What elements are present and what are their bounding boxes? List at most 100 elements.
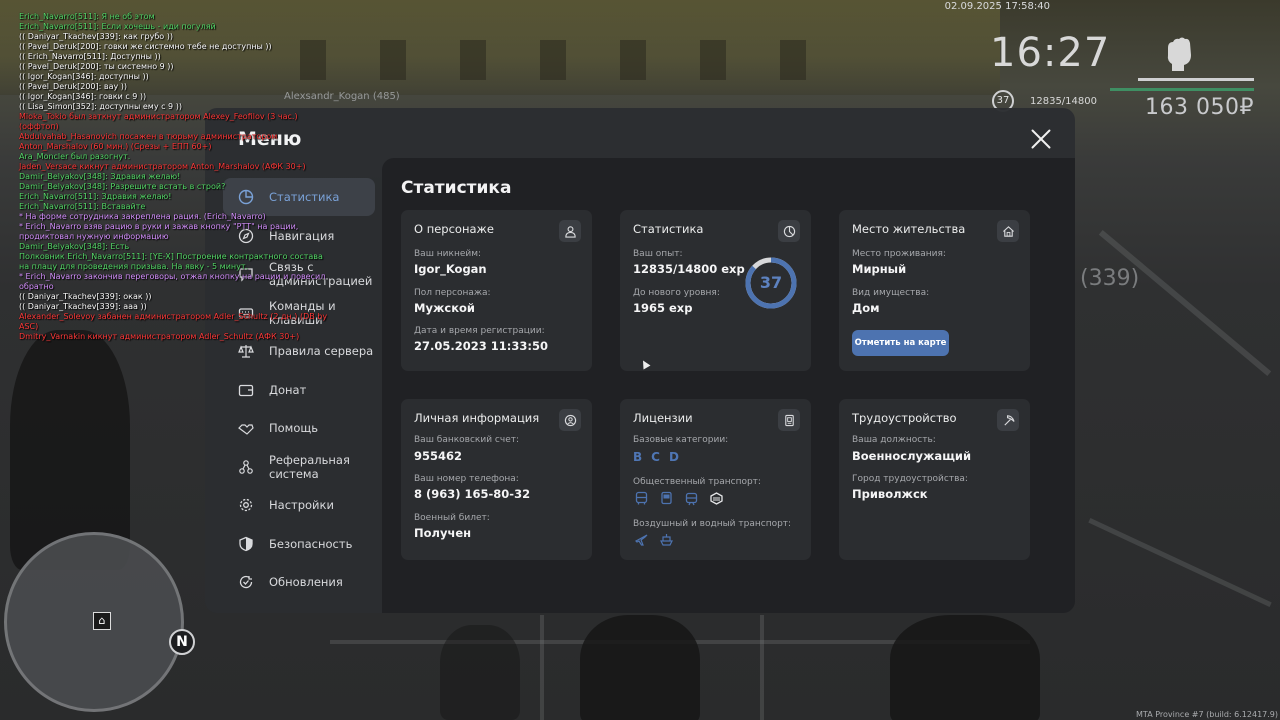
property-label: Вид имущества: <box>852 288 930 298</box>
id-card-icon <box>778 409 800 431</box>
place-label: Место проживания: <box>852 249 946 259</box>
public-transport-label: Общественный транспорт: <box>633 477 761 487</box>
player-id-tag: (339) <box>1080 266 1140 291</box>
level-number: 37 <box>759 273 783 292</box>
sidebar-item-help[interactable]: Помощь <box>223 409 375 447</box>
base-categories-label: Базовые категории: <box>633 435 729 445</box>
employment-card: Трудоустройство Ваша должность: Военносл… <box>839 399 1030 560</box>
background-figure <box>580 615 700 720</box>
registration-label: Дата и время регистрации: <box>414 326 545 336</box>
base-categories: B C D <box>633 450 679 464</box>
chat-line: Ara_Moncler был разогнут. <box>19 152 131 161</box>
bank-value: 955462 <box>414 449 463 463</box>
chat-line: * Erich_Navarro закончив переговоры, отж… <box>19 272 326 291</box>
chat-line: (( Erich_Navarro[511]: Доступны )) <box>19 52 161 61</box>
user-icon <box>559 220 581 242</box>
chat-line: Mioka_Tokio был заткнут администратором … <box>19 112 298 131</box>
licenses-card: Лицензии Базовые категории: B C D Общест… <box>620 399 811 560</box>
chat-line: (( Pavel_Deruk[200]: вау )) <box>19 82 127 91</box>
military-label: Военный билет: <box>414 513 490 523</box>
background-figure <box>440 625 520 720</box>
bus-icon <box>633 490 650 507</box>
tram-icon <box>683 490 700 507</box>
character-card: О персонаже Ваш никнейм: Igor_Kogan Пол … <box>401 210 592 371</box>
property-value: Дом <box>852 301 880 315</box>
network-icon <box>237 458 255 476</box>
chat-log: Erich_Navarro[511]: Я не об этом Erich_Na… <box>19 12 339 342</box>
next-level-value: 1965 exp <box>633 301 693 315</box>
chat-line: * Erich_Navarro взяв рацию в руки и зажа… <box>19 222 299 241</box>
chat-line: Dmitry_Varnakin кикнут администратором A… <box>19 332 300 341</box>
chart-icon <box>778 220 800 242</box>
phone-value: 8 (963) 165-80-32 <box>414 487 531 501</box>
plane-icon <box>633 531 650 548</box>
chat-line: Damir_Belyakov[348]: Разрешите встать в … <box>19 182 226 191</box>
chat-line: (( Igor_Kogan[346]: доступны )) <box>19 72 149 81</box>
fist-icon <box>1167 37 1191 71</box>
chat-line: (( Lisa_Simon[352]: доступны ему с 9 )) <box>19 102 182 111</box>
hud-clock: 16:27 <box>990 30 1111 76</box>
hud-money: 163 050₽ <box>1145 95 1254 120</box>
job-city-label: Город трудоустройства: <box>852 474 968 484</box>
chat-line: Damir_Belyakov[348]: Здравия желаю! <box>19 172 181 181</box>
pickaxe-icon <box>997 409 1019 431</box>
close-button[interactable] <box>1029 127 1053 151</box>
chat-line: Erich_Navarro[511]: Если хочешь - иди по… <box>19 22 216 31</box>
sidebar-item-label: Безопасность <box>269 536 353 551</box>
sidebar-item-settings[interactable]: Настройки <box>223 486 375 524</box>
armor-bar <box>1110 88 1254 91</box>
sidebar-item-label: Правила сервера <box>269 344 374 358</box>
air-water-icons <box>633 531 675 548</box>
card-title: Место жительства <box>852 222 966 236</box>
sidebar-item-updates[interactable]: Обновления <box>223 563 375 601</box>
chat-line: (( Pavel_Deruk[200]: говки же системно т… <box>19 42 272 51</box>
chat-line: Erich_Navarro[511]: Здравия желаю! <box>19 192 172 201</box>
stats-content: Статистика О персонаже Ваш никнейм: Igor… <box>382 158 1075 613</box>
sidebar-item-label: Настройки <box>269 498 334 512</box>
next-level-label: До нового уровня: <box>633 288 720 298</box>
content-title: Статистика <box>401 178 512 198</box>
military-value: Получен <box>414 526 472 540</box>
chat-line: * На форме сотрудника закреплена рация. … <box>19 212 266 221</box>
chat-line: Damir_Belyakov[348]: Есть <box>19 242 130 251</box>
sidebar-item-donate[interactable]: Донат <box>223 371 375 409</box>
sidebar-item-referral[interactable]: Реферальная система <box>223 448 375 486</box>
nickname-label: Ваш никнейм: <box>414 249 482 259</box>
chat-line: Полковник Erich_Navarro[511]: [YE-X] Пос… <box>19 252 323 271</box>
gender-label: Пол персонажа: <box>414 288 491 298</box>
exp-value: 12835/14800 exp <box>633 262 745 276</box>
mark-on-map-button[interactable]: Отметить на карте <box>852 330 949 356</box>
registration-value: 27.05.2023 11:33:50 <box>414 339 548 353</box>
chat-line: Alexander_Solevoy забанен администраторо… <box>19 312 328 331</box>
phone-label: Ваш номер телефона: <box>414 474 519 484</box>
chat-line: Abdulvahab_Hasanovich посажен в тюрьму а… <box>19 132 278 151</box>
sidebar-item-security[interactable]: Безопасность <box>223 525 375 563</box>
face-icon <box>559 409 581 431</box>
minimap-north-marker: N <box>169 629 195 655</box>
chat-line: Jaden_Versace кикнут администратором Ant… <box>19 162 306 171</box>
position-label: Ваша должность: <box>852 435 936 445</box>
gender-value: Мужской <box>414 301 475 315</box>
chat-line: (( Daniyar_Tkachev[339]: как грубо )) <box>19 32 173 41</box>
chat-line: (( Daniyar_Tkachev[339]: окак )) <box>19 292 152 301</box>
card-title: О персонаже <box>414 222 494 236</box>
license-category: C <box>651 450 660 464</box>
chat-line: Erich_Navarro[511]: Вставайте <box>19 202 146 211</box>
chat-line: (( Pavel_Deruk[200]: ты системно 9 )) <box>19 62 174 71</box>
sidebar-item-label: Донат <box>269 382 307 397</box>
place-value: Мирный <box>852 262 907 276</box>
air-water-label: Воздушный и водный транспорт: <box>633 519 792 529</box>
shield-icon <box>237 535 255 553</box>
handshake-icon <box>237 419 255 437</box>
chat-line: Erich_Navarro[511]: Я не об этом <box>19 12 155 21</box>
sidebar-item-label: Помощь <box>269 421 319 435</box>
card-title: Трудоустройство <box>852 411 957 425</box>
refresh-check-icon <box>237 573 255 591</box>
bus-front-icon <box>658 490 675 507</box>
position-value: Военнослужащий <box>852 449 972 463</box>
hud-datetime: 02.09.2025 17:58:40 <box>944 1 1050 12</box>
home-icon: ⌂ <box>93 612 111 630</box>
taxi-badge-icon <box>708 490 725 507</box>
residence-card: Место жительства Место проживания: Мирны… <box>839 210 1030 371</box>
chat-line: (( Daniyar_Tkachev[339]: ааа )) <box>19 302 147 311</box>
